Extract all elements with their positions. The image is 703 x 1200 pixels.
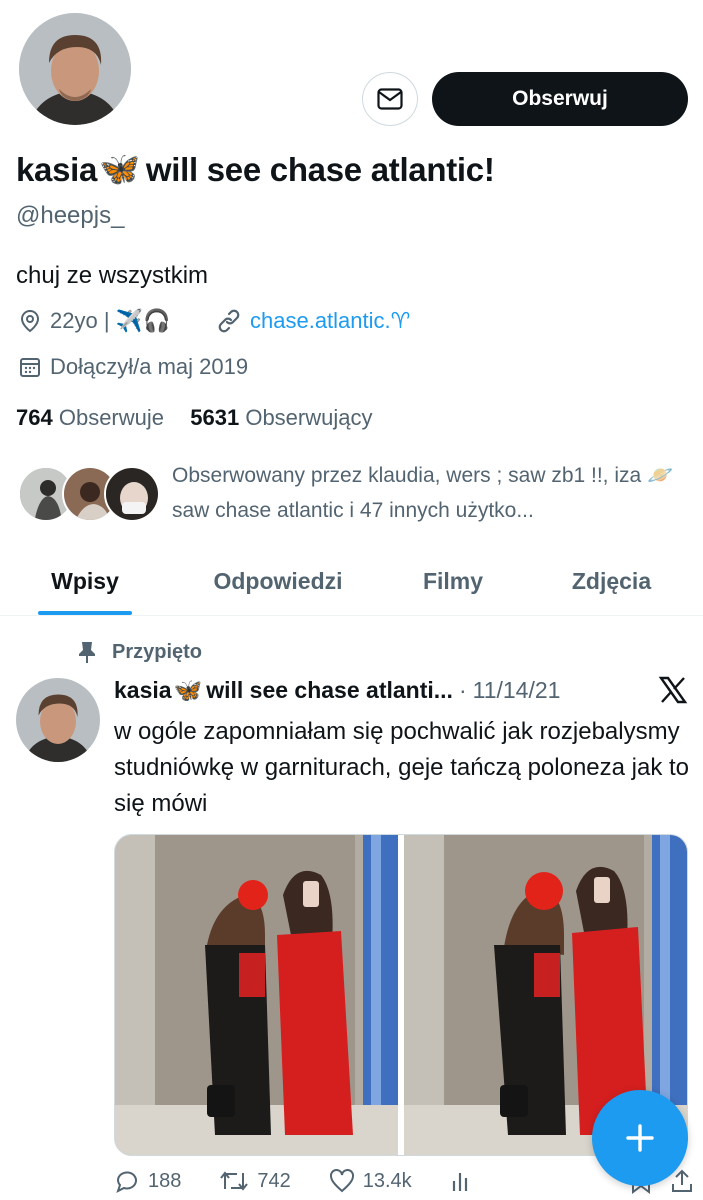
- display-name-text-1: kasia: [16, 150, 98, 188]
- tweet-header: kasia 🦋 will see chase atlanti... · 11/1…: [114, 676, 694, 704]
- follow-button[interactable]: Obserwuj: [432, 72, 688, 126]
- pinned-text: Przypięto: [112, 640, 203, 663]
- followers-label: Obserwujący: [245, 405, 373, 430]
- pin-icon: [79, 642, 95, 663]
- calendar-icon: [20, 358, 40, 377]
- tab-videos[interactable]: Filmy: [386, 548, 520, 615]
- followed-by-text[interactable]: Obserwowany przez klaudia, wers ; saw zb…: [172, 458, 692, 528]
- display-name: kasia 🦋 will see chase atlantic!: [16, 150, 495, 189]
- compose-button[interactable]: [592, 1090, 688, 1186]
- followers-count: 5631: [190, 405, 240, 430]
- tab-photos[interactable]: Zdjęcia: [520, 548, 703, 615]
- profile-stats: 764 Obserwuje 5631 Obserwujący: [16, 405, 372, 431]
- butterfly-emoji: 🦋: [173, 676, 203, 703]
- active-tab-indicator: [38, 611, 132, 615]
- profile-handle: @heepjs_: [16, 202, 125, 229]
- x-logo-icon: [658, 676, 688, 704]
- plus-icon: [626, 1124, 654, 1152]
- location-text: 22yo | ✈️🎧: [50, 308, 171, 333]
- profile-tabs: Wpisy Odpowiedzi Filmy Zdjęcia: [0, 548, 703, 616]
- followers-link[interactable]: 5631 Obserwujący: [190, 405, 372, 430]
- follower-avatar: [104, 466, 160, 522]
- tab-label: Zdjęcia: [571, 568, 652, 594]
- tweet-separator: ·: [458, 676, 467, 703]
- reply-button[interactable]: 188: [114, 1168, 181, 1194]
- tab-posts[interactable]: Wpisy: [0, 548, 170, 615]
- tweet-author-name-1[interactable]: kasia: [114, 677, 172, 704]
- like-count: 13.4k: [362, 1169, 412, 1192]
- message-button[interactable]: [362, 72, 418, 126]
- link-icon: [218, 309, 240, 333]
- tab-label: Odpowiedzi: [213, 568, 343, 594]
- tweet-photo-1[interactable]: [115, 835, 398, 1155]
- tweet-date[interactable]: 11/14/21: [473, 677, 561, 704]
- tweet-text: w ogóle zapomniałam się pochwalić jak ro…: [114, 718, 690, 817]
- profile-joined: Dołączył/a maj 2019: [18, 354, 248, 380]
- mail-icon: [377, 88, 403, 110]
- location-icon: [20, 309, 40, 333]
- following-link[interactable]: 764 Obserwuje: [16, 405, 170, 430]
- profile-avatar[interactable]: [14, 8, 136, 130]
- following-count: 764: [16, 405, 53, 430]
- analytics-icon: [452, 1173, 467, 1191]
- photo-image: [115, 835, 398, 1155]
- tweet-author-name-2[interactable]: will see chase atlanti...: [206, 677, 453, 704]
- followed-by-avatars[interactable]: [18, 466, 160, 526]
- retweet-count: 742: [257, 1169, 291, 1192]
- joined-text: Dołączył/a maj 2019: [50, 354, 249, 379]
- like-button[interactable]: 13.4k: [329, 1169, 412, 1193]
- avatar-image: [19, 13, 131, 125]
- profile-bio: chuj ze wszystkim: [16, 262, 209, 289]
- following-label: Obserwuje: [58, 405, 164, 430]
- retweet-icon: [220, 1171, 249, 1191]
- retweet-button[interactable]: 742: [219, 1169, 291, 1193]
- reply-count: 188: [148, 1169, 182, 1192]
- display-name-text-2: will see chase atlantic!: [145, 150, 495, 188]
- tab-label: Filmy: [422, 568, 484, 594]
- tab-replies[interactable]: Odpowiedzi: [170, 548, 386, 615]
- tab-label: Wpisy: [51, 568, 119, 594]
- website-link[interactable]: chase.atlantic.♈︎: [250, 308, 410, 334]
- views-button[interactable]: [450, 1169, 474, 1193]
- profile-website[interactable]: chase.atlantic.♈︎: [216, 308, 410, 334]
- butterfly-emoji: 🦋: [99, 150, 140, 187]
- heart-icon: [329, 1169, 354, 1193]
- tweet-author-avatar[interactable]: [16, 678, 100, 762]
- avatar-image: [16, 678, 100, 762]
- profile-location: 22yo | ✈️🎧: [18, 308, 170, 334]
- reply-icon: [116, 1171, 137, 1193]
- pinned-label: Przypięto: [76, 640, 202, 664]
